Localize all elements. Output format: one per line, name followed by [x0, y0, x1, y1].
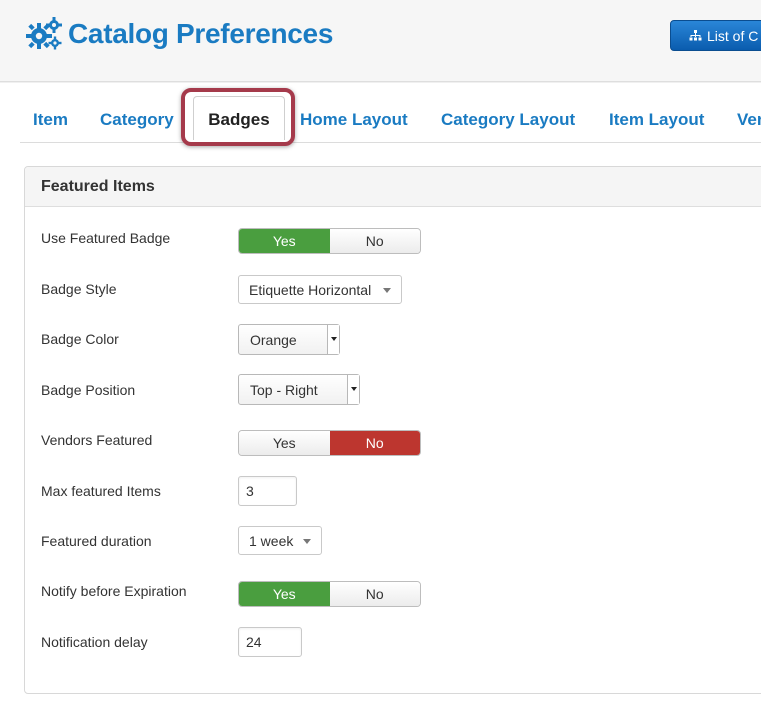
use-featured-badge-label: Use Featured Badge	[41, 230, 171, 246]
vendors-featured-yes[interactable]: Yes	[239, 431, 330, 455]
title-wrap: Catalog Preferences	[26, 17, 333, 51]
tab-vendor[interactable]: Ver	[737, 110, 761, 134]
notify-before-expiration-no[interactable]: No	[329, 582, 420, 606]
badge-style-select[interactable]: Etiquette Horizontal	[238, 275, 402, 304]
page-header: Catalog Preferences List of C	[0, 0, 761, 82]
featured-duration-value: 1 week	[249, 532, 294, 549]
use-featured-badge-yes[interactable]: Yes	[239, 229, 330, 253]
panel-title: Featured Items	[25, 167, 761, 207]
chevron-down-icon	[327, 325, 339, 354]
vendors-featured-toggle: Yes No	[238, 430, 421, 456]
max-featured-items-input[interactable]: 3	[238, 476, 297, 506]
badge-color-value: Orange	[250, 331, 297, 348]
badge-position-label: Badge Position	[41, 382, 136, 398]
notify-before-expiration-toggle: Yes No	[238, 581, 421, 607]
tab-badges-label: Badges	[208, 110, 270, 129]
notification-delay-label: Notification delay	[41, 634, 148, 650]
badge-color-select[interactable]: Orange	[238, 324, 340, 355]
chevron-down-icon	[383, 288, 391, 293]
tab-bar	[20, 142, 761, 143]
vendors-featured-label: Vendors Featured	[41, 432, 153, 448]
tab-category-layout[interactable]: Category Layout	[441, 110, 575, 134]
featured-duration-select[interactable]: 1 week	[238, 526, 322, 555]
badge-style-value: Etiquette Horizontal	[249, 281, 372, 298]
notify-before-expiration-label: Notify before Expiration	[41, 583, 187, 599]
badge-style-label: Badge Style	[41, 281, 117, 297]
featured-duration-label: Featured duration	[41, 533, 152, 549]
gears-icon	[26, 17, 62, 50]
badge-position-value: Top - Right	[250, 381, 318, 398]
chevron-down-icon	[347, 375, 359, 404]
chevron-down-icon	[303, 539, 311, 544]
use-featured-badge-no[interactable]: No	[329, 229, 420, 253]
notification-delay-input[interactable]: 24	[238, 627, 302, 657]
page-title: Catalog Preferences	[68, 18, 334, 49]
notify-before-expiration-yes[interactable]: Yes	[239, 582, 330, 606]
list-button-label: List of C	[707, 27, 759, 44]
badge-position-select[interactable]: Top - Right	[238, 374, 360, 405]
tab-item-layout[interactable]: Item Layout	[609, 110, 704, 134]
tab-item[interactable]: Item	[33, 110, 68, 134]
tab-home-layout[interactable]: Home Layout	[300, 110, 408, 134]
badge-color-label: Badge Color	[41, 331, 119, 347]
list-of-catalogs-button[interactable]: List of C	[670, 20, 761, 51]
tab-category[interactable]: Category	[100, 110, 174, 134]
tab-badges[interactable]: Badges	[193, 96, 285, 140]
max-featured-items-label: Max featured Items	[41, 483, 161, 499]
sitemap-icon	[689, 30, 702, 41]
use-featured-badge-toggle: Yes No	[238, 228, 421, 254]
vendors-featured-no[interactable]: No	[329, 431, 420, 455]
